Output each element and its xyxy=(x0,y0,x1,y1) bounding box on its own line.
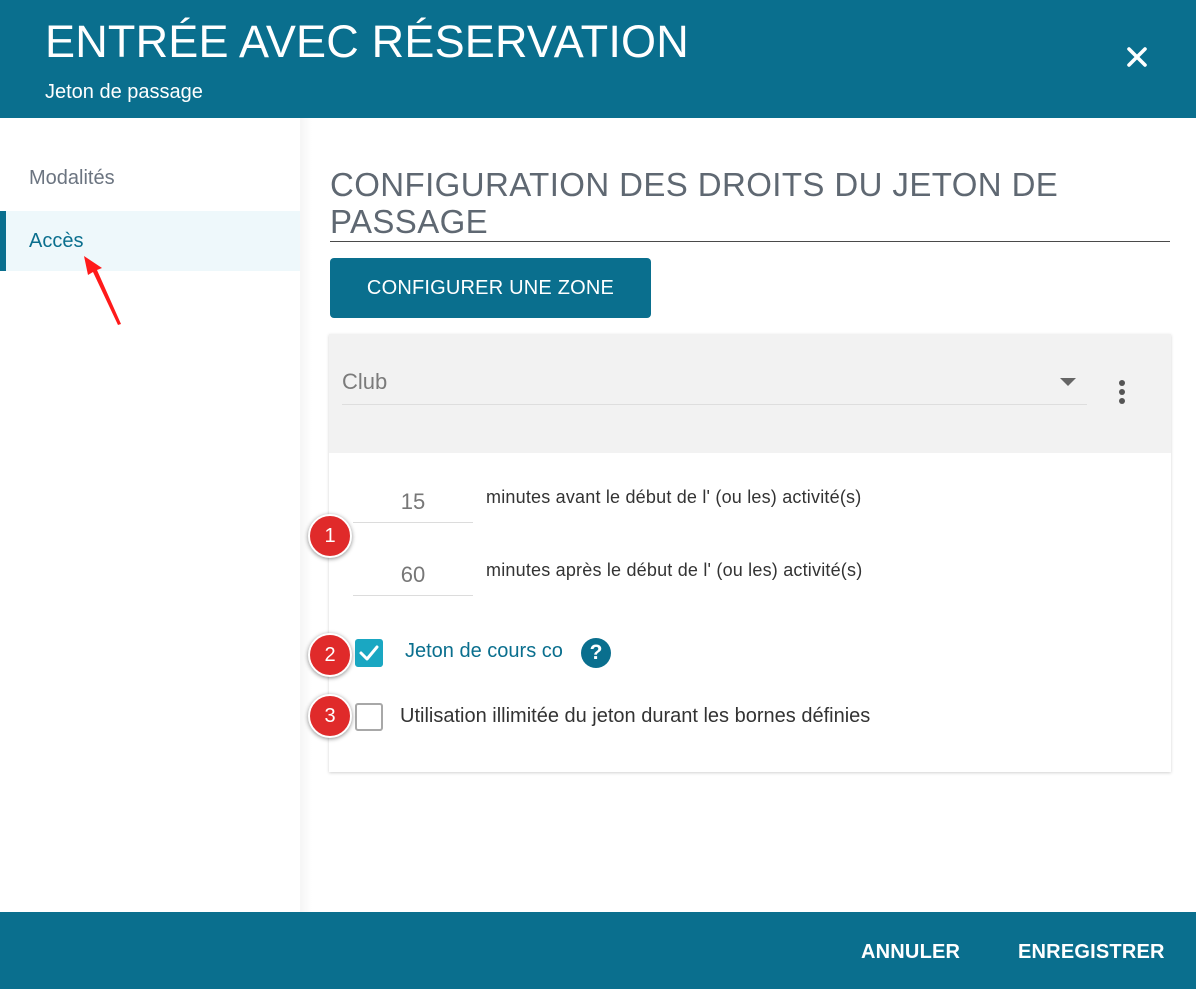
check-icon xyxy=(359,645,379,661)
zone-select[interactable]: Club xyxy=(342,362,1087,405)
close-icon[interactable] xyxy=(1118,38,1156,76)
unlimited-use-checkbox[interactable] xyxy=(355,703,383,731)
help-icon[interactable]: ? xyxy=(581,638,611,668)
unlimited-use-label: Utilisation illimitée du jeton durant le… xyxy=(400,705,871,727)
minutes-before-input[interactable]: 15 xyxy=(353,481,473,523)
cancel-button[interactable]: ANNULER xyxy=(861,912,960,989)
dialog-subtitle: Jeton de passage xyxy=(45,81,203,103)
dialog-header: ENTRÉE AVEC RÉSERVATION Jeton de passage xyxy=(0,0,1196,118)
annotation-badge-3: 3 xyxy=(308,694,352,738)
configure-zone-button[interactable]: CONFIGURER UNE ZONE xyxy=(330,258,651,318)
dialog-title: ENTRÉE AVEC RÉSERVATION xyxy=(45,16,689,67)
more-options-icon[interactable] xyxy=(1112,378,1132,408)
dialog-footer: ANNULER ENREGISTRER xyxy=(0,912,1196,989)
save-button[interactable]: ENREGISTRER xyxy=(1018,912,1165,989)
zone-card-header: Club xyxy=(329,334,1171,453)
minutes-before-label: minutes avant le début de l' (ou les) ac… xyxy=(486,487,862,507)
annotation-badge-2: 2 xyxy=(308,633,352,677)
sidebar-item-modalites[interactable]: Modalités xyxy=(0,148,300,208)
chevron-down-icon xyxy=(1060,378,1076,386)
sidebar-divider xyxy=(300,118,312,912)
annotation-badge-1: 1 xyxy=(308,514,352,558)
course-token-label[interactable]: Jeton de cours co xyxy=(405,640,563,663)
sidebar-item-acces[interactable]: Accès xyxy=(0,211,300,271)
section-divider xyxy=(330,241,1170,242)
minutes-after-label: minutes après le début de l' (ou les) ac… xyxy=(486,560,863,580)
section-title: CONFIGURATION DES DROITS DU JETON DE PAS… xyxy=(330,166,1059,240)
annotation-arrow-icon xyxy=(84,256,121,325)
zone-select-value: Club xyxy=(342,369,388,394)
minutes-after-input[interactable]: 60 xyxy=(353,554,473,596)
course-token-checkbox[interactable] xyxy=(355,639,383,667)
